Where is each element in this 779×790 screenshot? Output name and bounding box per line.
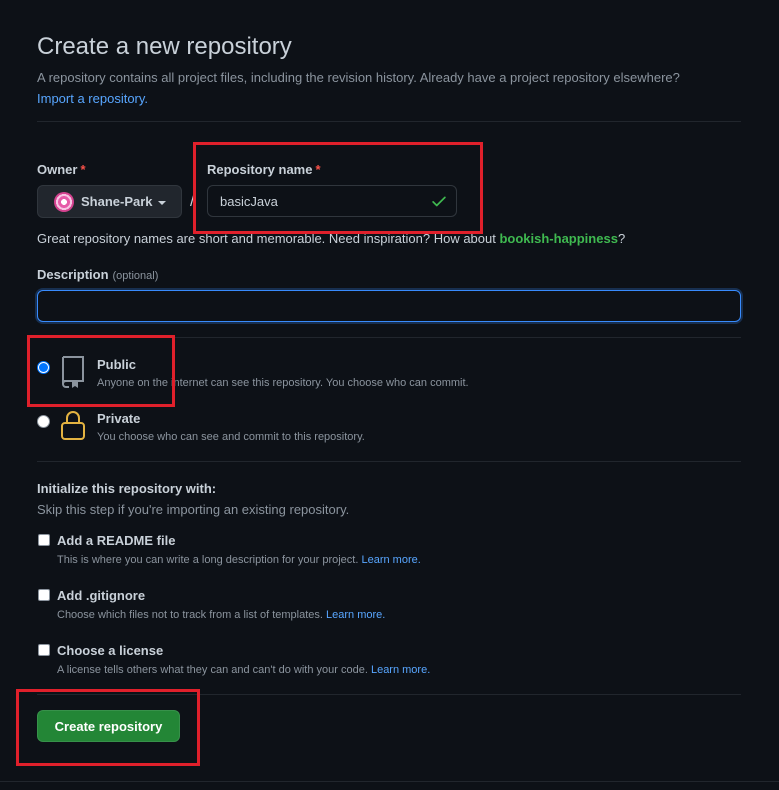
private-radio[interactable] bbox=[37, 415, 50, 428]
description-label-text: Description bbox=[37, 267, 109, 282]
public-option-desc: Anyone on the internet can see this repo… bbox=[97, 377, 469, 389]
public-option-title: Public bbox=[97, 357, 137, 372]
description-label: Description (optional) bbox=[37, 267, 158, 282]
description-input[interactable] bbox=[37, 290, 741, 322]
private-option-desc: You choose who can see and commit to thi… bbox=[97, 431, 365, 443]
initialize-subtitle: Skip this step if you're importing an ex… bbox=[37, 502, 350, 517]
owner-select[interactable]: Shane-Park bbox=[37, 185, 182, 218]
required-mark: * bbox=[80, 162, 86, 177]
lock-icon bbox=[61, 411, 85, 440]
repository-name-label-text: Repository name bbox=[207, 162, 313, 177]
gitignore-option-desc: Choose which files not to track from a l… bbox=[57, 609, 385, 621]
footer-divider bbox=[0, 781, 779, 782]
page-title: Create a new repository bbox=[37, 33, 292, 60]
suggested-name-link[interactable]: bookish-happiness bbox=[499, 231, 617, 246]
readme-desc-text: This is where you can write a long descr… bbox=[57, 554, 359, 566]
readme-option-desc: This is where you can write a long descr… bbox=[57, 554, 421, 566]
name-hint: Great repository names are short and mem… bbox=[37, 231, 625, 246]
check-icon bbox=[432, 196, 446, 207]
avatar bbox=[54, 191, 74, 212]
divider bbox=[37, 337, 741, 338]
import-repository-link[interactable]: Import a repository. bbox=[37, 91, 148, 106]
divider bbox=[37, 694, 741, 695]
owner-value: Shane-Park bbox=[81, 194, 153, 209]
create-repository-page: Create a new repository A repository con… bbox=[0, 0, 779, 790]
name-hint-text: Great repository names are short and mem… bbox=[37, 231, 500, 246]
page-subtitle: A repository contains all project files,… bbox=[37, 67, 757, 109]
initialize-title: Initialize this repository with: bbox=[37, 481, 217, 496]
gitignore-checkbox[interactable] bbox=[38, 589, 50, 601]
repo-icon bbox=[62, 356, 84, 388]
create-repository-button[interactable]: Create repository bbox=[37, 710, 180, 742]
repository-name-input[interactable] bbox=[207, 185, 457, 217]
divider bbox=[37, 461, 741, 462]
name-hint-suffix: ? bbox=[617, 231, 626, 246]
license-learn-more-link[interactable]: Learn more. bbox=[371, 664, 430, 676]
public-radio[interactable] bbox=[37, 361, 50, 374]
owner-label: Owner * bbox=[37, 162, 86, 177]
license-checkbox[interactable] bbox=[38, 644, 50, 656]
caret-down-icon bbox=[157, 200, 166, 205]
readme-option-title: Add a README file bbox=[57, 533, 176, 548]
private-option-title: Private bbox=[97, 411, 141, 426]
readme-checkbox[interactable] bbox=[38, 534, 50, 546]
owner-repo-separator: / bbox=[190, 193, 195, 210]
gitignore-learn-more-link[interactable]: Learn more. bbox=[326, 609, 385, 621]
required-mark: * bbox=[315, 162, 321, 177]
optional-label: (optional) bbox=[112, 270, 159, 282]
license-option-title: Choose a license bbox=[57, 643, 164, 658]
license-desc-text: A license tells others what they can and… bbox=[57, 664, 368, 676]
divider bbox=[37, 121, 741, 122]
gitignore-desc-text: Choose which files not to track from a l… bbox=[57, 609, 323, 621]
owner-label-text: Owner bbox=[37, 162, 78, 177]
license-option-desc: A license tells others what they can and… bbox=[57, 664, 430, 676]
repository-name-label: Repository name * bbox=[207, 162, 321, 177]
subtitle-text: A repository contains all project files,… bbox=[37, 70, 680, 85]
gitignore-option-title: Add .gitignore bbox=[57, 588, 146, 603]
readme-learn-more-link[interactable]: Learn more. bbox=[361, 554, 420, 566]
